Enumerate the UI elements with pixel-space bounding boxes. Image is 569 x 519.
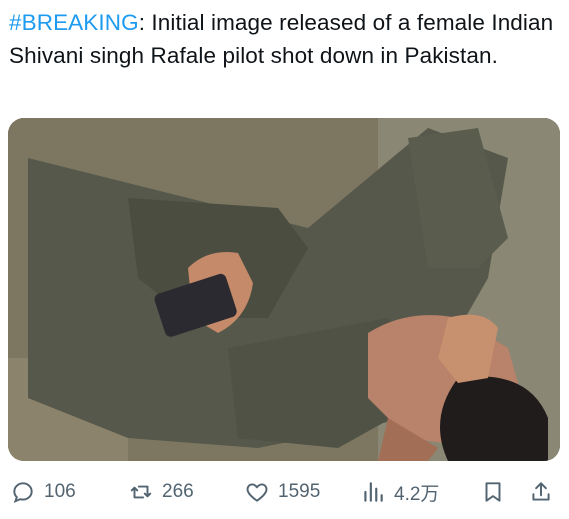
reply-icon	[13, 482, 33, 503]
bookmark-button[interactable]	[480, 470, 506, 514]
tweet-media-photo[interactable]	[8, 118, 560, 461]
reply-count: 106	[44, 481, 76, 502]
heart-icon	[246, 483, 268, 502]
retweet-count: 266	[162, 481, 194, 502]
views-chart-icon	[364, 482, 383, 502]
tweet-text: #BREAKING: Initial image released of a f…	[9, 6, 561, 72]
like-button[interactable]: 1595	[244, 470, 320, 514]
views-button[interactable]: 4.2万	[360, 470, 439, 514]
share-icon	[532, 482, 550, 501]
like-count: 1595	[278, 481, 321, 502]
views-count: 4.2万	[394, 483, 440, 505]
reply-button[interactable]: 106	[10, 470, 76, 514]
retweet-button[interactable]: 266	[128, 470, 194, 514]
retweet-icon	[130, 485, 152, 499]
tweet-actions-bar: 106 266 1595 4.2万	[0, 470, 569, 514]
hashtag-link[interactable]: #BREAKING	[9, 10, 139, 35]
photo-illustration	[8, 118, 560, 461]
bookmark-icon	[485, 482, 501, 502]
share-button[interactable]	[528, 470, 554, 514]
